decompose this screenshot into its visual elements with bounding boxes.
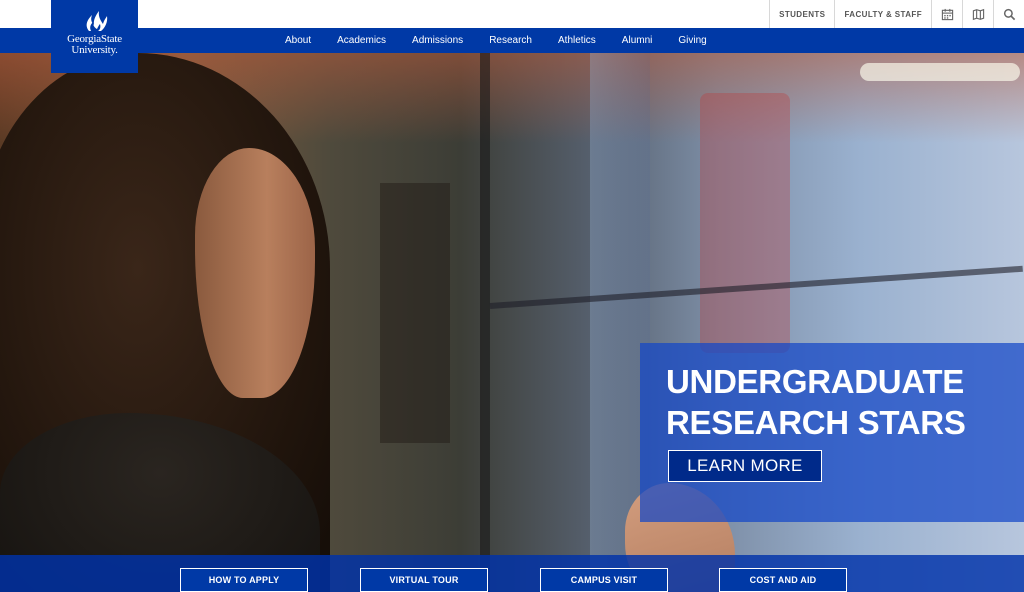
campus-visit-button[interactable]: CAMPUS VISIT (540, 568, 668, 592)
hero-image: UNDERGRADUATE RESEARCH STARS LEARN MORE (0, 53, 1024, 592)
virtual-tour-button[interactable]: VIRTUAL TOUR (360, 568, 488, 592)
nav-alumni[interactable]: Alumni (609, 28, 666, 53)
students-link[interactable]: STUDENTS (769, 0, 834, 28)
promo-title-line1: UNDERGRADUATE (666, 363, 964, 400)
cta-bar: HOW TO APPLY VIRTUAL TOUR CAMPUS VISIT C… (0, 555, 1024, 592)
map-icon[interactable] (962, 0, 993, 28)
background-frame (480, 53, 490, 592)
main-nav-bar: About Academics Admissions Research Athl… (0, 28, 1024, 53)
university-logo[interactable]: GeorgiaState University. (51, 0, 138, 73)
logo-text-line2: University. (71, 44, 118, 56)
search-icon[interactable] (993, 0, 1024, 28)
background-light (860, 63, 1020, 81)
student-face (195, 148, 315, 398)
calendar-icon[interactable] (931, 0, 962, 28)
promo-overlay: UNDERGRADUATE RESEARCH STARS LEARN MORE (640, 343, 1024, 522)
utility-links: STUDENTS FACULTY & STAFF (769, 0, 1024, 28)
promo-title-line2: RESEARCH STARS (666, 404, 966, 441)
utility-bar: STUDENTS FACULTY & STAFF (0, 0, 1024, 28)
cost-and-aid-button[interactable]: COST AND AID (719, 568, 847, 592)
background-screen-reflection (700, 93, 790, 353)
flame-logo-icon (86, 11, 107, 31)
promo-title: UNDERGRADUATE RESEARCH STARS (666, 361, 966, 443)
main-nav: About Academics Admissions Research Athl… (285, 28, 720, 53)
how-to-apply-button[interactable]: HOW TO APPLY (180, 568, 308, 592)
nav-about[interactable]: About (285, 28, 324, 53)
nav-admissions[interactable]: Admissions (399, 28, 476, 53)
nav-academics[interactable]: Academics (324, 28, 399, 53)
background-pillar (380, 183, 450, 443)
nav-research[interactable]: Research (476, 28, 545, 53)
learn-more-button[interactable]: LEARN MORE (668, 450, 822, 482)
nav-athletics[interactable]: Athletics (545, 28, 609, 53)
nav-giving[interactable]: Giving (665, 28, 719, 53)
faculty-staff-link[interactable]: FACULTY & STAFF (834, 0, 931, 28)
